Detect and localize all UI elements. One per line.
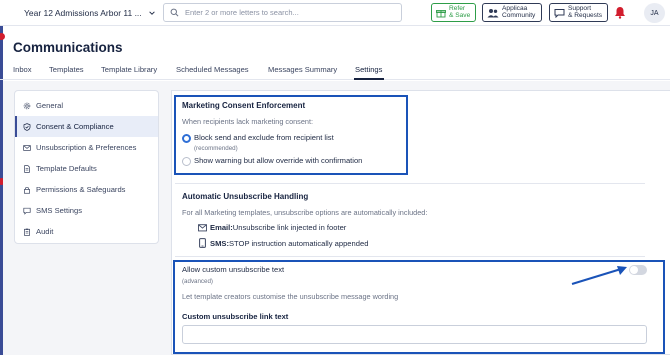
sidebar-item-label: Template Defaults xyxy=(36,164,97,173)
custom-unsubscribe-toggle[interactable] xyxy=(629,265,647,275)
search-icon xyxy=(170,8,179,17)
mail-icon xyxy=(198,224,207,232)
sidebar-item-label: Audit xyxy=(36,227,54,236)
people-icon xyxy=(487,8,499,17)
sidebar-item-label: General xyxy=(36,101,64,110)
support-chat-icon xyxy=(554,8,565,18)
block-send-label: Block send and exclude from recipient li… xyxy=(194,133,334,142)
notification-dot xyxy=(0,33,5,40)
search-input[interactable] xyxy=(185,8,385,17)
advanced-note: (advanced) xyxy=(182,278,213,285)
app-selector[interactable]: Year 12 Admissions Arbor 11 ... xyxy=(24,6,156,20)
show-warning-label: Show warning but allow override with con… xyxy=(194,156,363,165)
sidebar-item-template-defaults[interactable]: Template Defaults xyxy=(15,158,158,179)
unsubscribe-description: For all Marketing templates, unsubscribe… xyxy=(182,208,428,217)
tab-inbox[interactable]: Inbox xyxy=(13,65,32,74)
tab-settings[interactable]: Settings xyxy=(355,65,382,74)
bell-icon[interactable] xyxy=(614,6,626,19)
sms-unsubscribe-line: SMS:STOP instruction automatically appen… xyxy=(210,239,368,248)
tab-template-library[interactable]: Template Library xyxy=(101,65,157,74)
mail-icon xyxy=(23,144,31,151)
user-avatar[interactable]: JA xyxy=(644,3,665,23)
tab-templates[interactable]: Templates xyxy=(49,65,84,74)
section-divider xyxy=(175,256,645,257)
block-send-radio[interactable] xyxy=(182,134,191,143)
unsubscribe-section-title: Automatic Unsubscribe Handling xyxy=(182,192,309,201)
custom-unsubscribe-helper: Let template creators customise the unsu… xyxy=(182,292,399,301)
top-bar: Year 12 Admissions Arbor 11 ... Refer& S… xyxy=(0,0,670,26)
email-label: Email: xyxy=(210,223,233,232)
community-label: Applicaa Community xyxy=(502,4,536,19)
sidebar-item-general[interactable]: General xyxy=(15,95,158,116)
sms-label: SMS: xyxy=(210,239,229,248)
page-title: Communications xyxy=(13,40,123,55)
sidebar-item-label: Consent & Compliance xyxy=(36,122,114,131)
tab-scheduled-messages[interactable]: Scheduled Messages xyxy=(176,65,249,74)
sidebar-item-permissions-safeguards[interactable]: Permissions & Safeguards xyxy=(15,179,158,200)
chat-icon xyxy=(23,207,31,215)
section-divider xyxy=(175,183,645,184)
consent-section-title: Marketing Consent Enforcement xyxy=(182,101,306,110)
sidebar-item-label: SMS Settings xyxy=(36,206,83,215)
sidebar-item-audit[interactable]: Audit xyxy=(15,221,158,242)
shield-icon xyxy=(23,122,31,131)
settings-side-menu: General Consent & Compliance Unsubscript… xyxy=(14,90,159,244)
phone-icon xyxy=(199,238,206,248)
email-text: Unsubscribe link injected in footer xyxy=(232,223,347,232)
lock-icon xyxy=(24,186,30,194)
active-tab-indicator xyxy=(354,78,384,80)
pointer-arrow xyxy=(571,266,627,285)
tab-bar: Inbox Templates Template Library Schedul… xyxy=(0,62,670,80)
gear-icon xyxy=(23,102,31,109)
custom-link-text-label: Custom unsubscribe link text xyxy=(182,312,289,321)
app-selector-label: Year 12 Admissions Arbor 11 ... xyxy=(24,8,142,18)
consent-prompt: When recipients lack marketing consent: xyxy=(182,117,313,126)
sidebar-item-sms-settings[interactable]: SMS Settings xyxy=(15,200,158,221)
email-unsubscribe-line: Email:Unsubscribe link injected in foote… xyxy=(210,223,346,232)
chevron-down-icon xyxy=(148,11,155,15)
toggle-knob xyxy=(630,266,638,274)
refer-and-save-button[interactable]: Refer & Save xyxy=(431,3,476,22)
gift-icon xyxy=(436,9,446,17)
refer-label: Refer & Save xyxy=(449,4,471,19)
show-warning-radio[interactable] xyxy=(182,157,191,166)
support-requests-button[interactable]: Support & Requests xyxy=(549,3,608,22)
sidebar-item-label: Unsubscription & Preferences xyxy=(36,143,137,152)
sidebar-item-consent-compliance[interactable]: Consent & Compliance xyxy=(15,116,158,137)
document-icon xyxy=(24,164,30,173)
search-box xyxy=(163,3,402,22)
custom-link-text-input[interactable] xyxy=(182,325,647,344)
sms-text: STOP instruction automatically appended xyxy=(228,239,369,248)
sidebar-item-unsubscription-preferences[interactable]: Unsubscription & Preferences xyxy=(15,137,158,158)
support-label: Support & Requests xyxy=(568,4,603,19)
recommended-note: (recommended) xyxy=(194,145,238,152)
applicaa-community-button[interactable]: Applicaa Community xyxy=(482,3,542,22)
sidebar-item-label: Permissions & Safeguards xyxy=(36,185,126,194)
clipboard-icon xyxy=(24,228,30,236)
custom-unsubscribe-toggle-label: Allow custom unsubscribe text xyxy=(182,265,285,274)
tab-messages-summary[interactable]: Messages Summary xyxy=(268,65,337,74)
